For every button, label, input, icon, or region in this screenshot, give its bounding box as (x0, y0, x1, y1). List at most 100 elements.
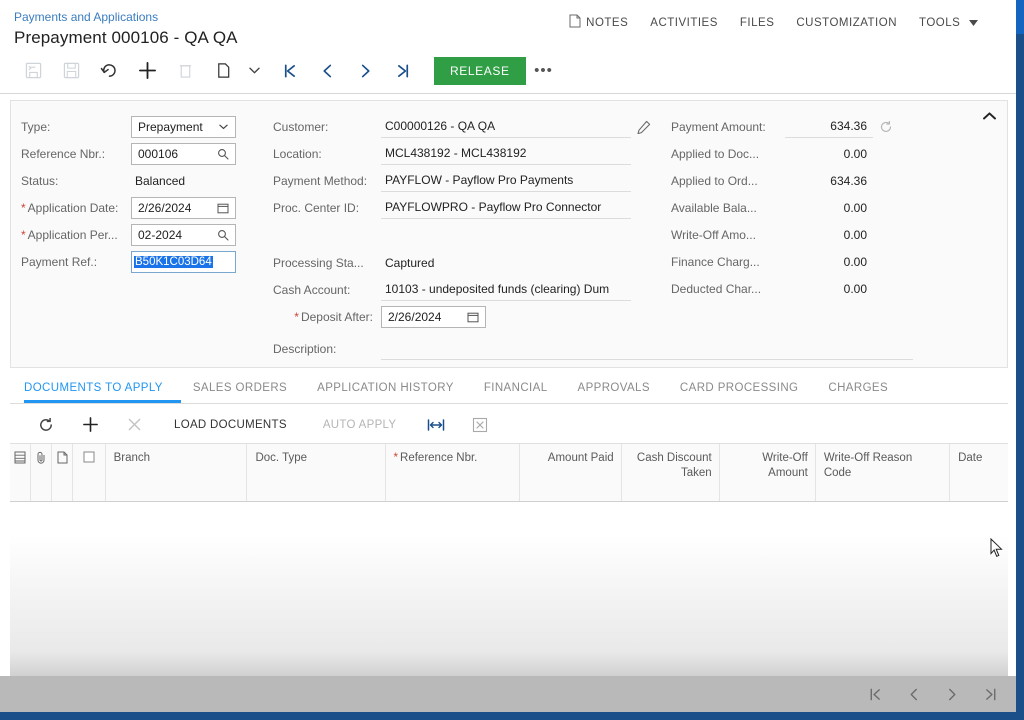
proc-center-id-value: PAYFLOWPRO - Payflow Pro Connector (385, 200, 602, 214)
refresh-icon[interactable] (24, 411, 68, 439)
processing-status-value: Captured (385, 255, 435, 270)
header-menu-notes[interactable]: NOTES (569, 14, 628, 31)
calendar-icon[interactable] (215, 202, 231, 214)
field-customer-label: Customer: (273, 119, 329, 134)
copy-paste-icon[interactable] (204, 56, 242, 86)
fit-columns-icon[interactable] (414, 411, 458, 439)
type-value: Prepayment (138, 119, 203, 134)
applied-to-documents-wrap: 0.00 (785, 147, 873, 161)
auto-apply-button[interactable]: AUTO APPLY (305, 419, 415, 431)
search-icon[interactable] (215, 229, 231, 241)
column-header-amount-paid[interactable]: Amount Paid (520, 444, 622, 501)
column-header-cash-discount-taken[interactable]: Cash Discount Taken (622, 444, 720, 501)
customer-value: C00000126 - QA QA (385, 119, 496, 133)
application-period-input[interactable]: 02-2024 (131, 223, 236, 246)
field-applied-to-documents-label: Applied to Doc... (671, 146, 760, 161)
tab-financial[interactable]: FINANCIAL (484, 382, 566, 403)
header-menu-tools-label: TOOLS (919, 16, 961, 29)
column-header-date[interactable]: Date (950, 444, 1008, 501)
chevron-down-icon[interactable] (215, 124, 231, 130)
field-description: Description: (273, 335, 913, 362)
grid-pager (0, 676, 1016, 712)
export-excel-icon[interactable] (458, 411, 502, 439)
description-input[interactable] (381, 338, 913, 360)
header-menu-tools[interactable]: TOOLS (919, 17, 978, 29)
last-record-icon[interactable] (384, 56, 422, 86)
recalculate-icon[interactable] (873, 120, 899, 134)
next-record-icon[interactable] (346, 56, 384, 86)
field-payment-method-label: Payment Method: (273, 173, 368, 188)
previous-page-button[interactable] (908, 687, 920, 702)
delete-icon[interactable] (166, 56, 204, 86)
status-value: Balanced (135, 173, 186, 188)
reference-nbr-input[interactable]: 000106 (131, 142, 236, 165)
search-icon[interactable] (215, 148, 231, 160)
payment-method-input[interactable]: PAYFLOW - Payflow Pro Payments (381, 170, 631, 192)
tab-card-processing[interactable]: CARD PROCESSING (680, 382, 816, 403)
chevron-down-icon[interactable] (242, 56, 266, 86)
right-edge-rail (1016, 0, 1024, 720)
required-asterisk: * (294, 309, 299, 324)
application-period-value: 02-2024 (138, 227, 183, 242)
header-menu-files[interactable]: FILES (740, 17, 774, 29)
tab-charges[interactable]: CHARGES (828, 382, 906, 403)
collapse-panel-chevron-icon[interactable] (979, 106, 999, 126)
column-header-branch[interactable]: Branch (106, 444, 248, 501)
field-deposit-after: * Deposit After: 2/26/2024 (273, 303, 486, 330)
save-and-close-icon[interactable] (14, 56, 52, 86)
type-dropdown[interactable]: Prepayment (131, 115, 236, 138)
tab-application-history[interactable]: APPLICATION HISTORY (317, 382, 472, 403)
first-page-button[interactable] (868, 687, 882, 702)
field-available-balance: Available Bala... 0.00 (671, 194, 873, 221)
application-date-input[interactable]: 2/26/2024 (131, 196, 236, 219)
location-value: MCL438192 - MCL438192 (385, 146, 527, 160)
calendar-icon[interactable] (465, 311, 481, 323)
select-all-checkbox[interactable] (73, 444, 106, 501)
field-location-label: Location: (273, 146, 322, 161)
tab-approvals[interactable]: APPROVALS (578, 382, 668, 403)
load-documents-button[interactable]: LOAD DOCUMENTS (156, 419, 305, 431)
payment-ref-input[interactable]: B50K1C03D64 (131, 250, 236, 273)
location-input[interactable]: MCL438192 - MCL438192 (381, 143, 631, 165)
deposit-after-input[interactable]: 2/26/2024 (381, 305, 486, 328)
add-icon[interactable] (128, 56, 166, 86)
next-page-button[interactable] (946, 687, 958, 702)
more-actions-button[interactable]: ••• (526, 56, 562, 86)
write-off-amount-wrap: 0.00 (785, 228, 873, 242)
column-header-write-off-reason-code[interactable]: Write-Off Reason Code (816, 444, 951, 501)
last-page-button[interactable] (984, 687, 998, 702)
tab-documents-to-apply[interactable]: DOCUMENTS TO APPLY (24, 382, 181, 403)
proc-center-id-input[interactable]: PAYFLOWPRO - Payflow Pro Connector (381, 197, 631, 219)
save-icon[interactable] (52, 56, 90, 86)
undo-icon[interactable] (90, 56, 128, 86)
header-menu-activities[interactable]: ACTIVITIES (650, 17, 718, 29)
customer-input[interactable]: C00000126 - QA QA (381, 116, 631, 138)
payment-amount-input[interactable]: 634.36 (785, 116, 873, 138)
field-proc-center-id: Proc. Center ID: PAYFLOWPRO - Payflow Pr… (273, 194, 631, 221)
note-icon[interactable] (52, 444, 74, 501)
breadcrumb[interactable]: Payments and Applications (14, 10, 158, 24)
attachment-icon[interactable] (31, 444, 53, 501)
field-cash-account: Cash Account: 10103 - undeposited funds … (273, 276, 631, 303)
first-record-icon[interactable] (270, 56, 308, 86)
column-header-write-off-amount[interactable]: Write-Off Amount (720, 444, 816, 501)
detail-tabs: DOCUMENTS TO APPLY SALES ORDERS APPLICAT… (10, 374, 1008, 404)
delete-row-icon[interactable] (112, 411, 156, 439)
column-header-reference-nbr[interactable]: * Reference Nbr. (386, 444, 520, 501)
field-applied-to-documents: Applied to Doc... 0.00 (671, 140, 873, 167)
edit-customer-icon[interactable] (631, 120, 657, 134)
field-customer: Customer: C00000126 - QA QA (273, 113, 663, 140)
field-type-label: Type: (21, 119, 51, 134)
header-menu-customization[interactable]: CUSTOMIZATION (796, 17, 897, 29)
field-application-period: * Application Per... 02-2024 (21, 221, 236, 248)
previous-record-icon[interactable] (308, 56, 346, 86)
tab-sales-orders[interactable]: SALES ORDERS (193, 382, 305, 403)
write-off-amount-value: 0.00 (843, 227, 867, 242)
cash-account-input[interactable]: 10103 - undeposited funds (clearing) Dum (381, 279, 631, 301)
release-button[interactable]: RELEASE (434, 56, 526, 85)
field-status-label: Status: (21, 173, 59, 188)
column-settings-icon[interactable] (10, 444, 32, 501)
column-header-doc-type[interactable]: Doc. Type (247, 444, 386, 501)
add-row-icon[interactable] (68, 411, 112, 439)
required-asterisk: * (21, 227, 26, 242)
